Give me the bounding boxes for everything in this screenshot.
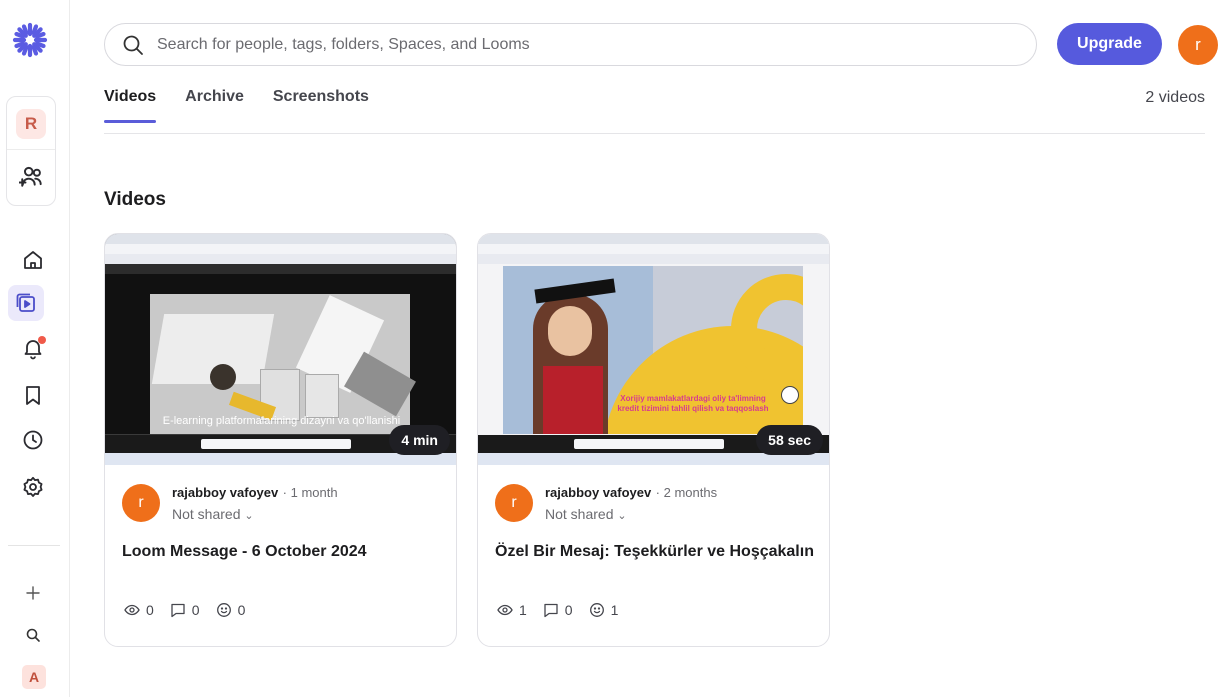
sidebar-divider	[8, 545, 60, 546]
tab-videos[interactable]: Videos	[104, 88, 157, 123]
comment-count: 0	[191, 602, 200, 618]
author-avatar: r	[122, 484, 160, 522]
sharing-label: Not shared	[545, 506, 614, 522]
bookmark-icon[interactable]	[18, 380, 48, 410]
tab-divider	[104, 133, 1205, 134]
thumbnail-banner	[201, 439, 351, 449]
video-stats: 1 0 1	[497, 602, 618, 618]
video-card[interactable]: E-learning platformalarining dizayni va …	[104, 233, 457, 647]
upgrade-button[interactable]: Upgrade	[1057, 23, 1162, 65]
workspace-divider	[7, 149, 55, 150]
workspace-switcher: R	[6, 96, 56, 206]
time-ago: · 1 month	[282, 485, 338, 500]
time-ago: · 2 months	[655, 485, 718, 500]
video-meta: r rajabboy vafoyev · 1 month Not shared …	[122, 484, 338, 522]
author-name[interactable]: rajabboy vafoyev	[172, 485, 278, 500]
video-title[interactable]: Loom Message - 6 October 2024	[122, 538, 442, 566]
tab-bar: Videos Archive Screenshots	[104, 88, 369, 123]
author-avatar: r	[495, 484, 533, 522]
home-icon[interactable]	[18, 245, 48, 275]
comment-icon	[544, 603, 558, 618]
search-icon[interactable]	[22, 624, 44, 646]
thumbnail-browser-chrome	[478, 234, 829, 264]
author-name[interactable]: rajabboy vafoyev	[545, 485, 651, 500]
video-thumbnail[interactable]: E-learning platformalarining dizayni va …	[105, 234, 456, 465]
video-card[interactable]: Xorijiy mamlakatlardagi oliy ta'limning …	[477, 233, 830, 647]
account-avatar[interactable]: A	[22, 665, 46, 689]
comment-icon	[171, 603, 185, 618]
duration-badge: 4 min	[389, 425, 450, 455]
search-icon	[123, 35, 143, 55]
plus-icon[interactable]	[22, 582, 44, 604]
sharing-label: Not shared	[172, 506, 241, 522]
notification-dot	[38, 336, 46, 344]
sharing-dropdown[interactable]: Not shared ⌄	[545, 506, 717, 522]
duration-badge: 58 sec	[756, 425, 823, 455]
tab-archive[interactable]: Archive	[185, 88, 244, 122]
thumbnail-banner	[574, 439, 724, 449]
video-title[interactable]: Özel Bir Mesaj: Teşekkürler ve Hoşçakalı…	[495, 538, 815, 566]
chevron-down-icon: ⌄	[617, 510, 627, 522]
reaction-count: 1	[610, 602, 619, 618]
smiley-icon	[589, 603, 604, 617]
comment-count: 0	[564, 602, 573, 618]
sharing-dropdown[interactable]: Not shared ⌄	[172, 506, 338, 522]
user-avatar[interactable]: r	[1178, 25, 1218, 65]
chevron-down-icon: ⌄	[244, 510, 254, 522]
reaction-count: 0	[237, 602, 246, 618]
sidebar: R A	[0, 0, 70, 697]
eye-icon	[124, 604, 140, 616]
clock-icon[interactable]	[18, 425, 48, 455]
bell-icon[interactable]	[18, 333, 48, 363]
thumbnail-caption: Xorijiy mamlakatlardagi oliy ta'limning …	[617, 394, 769, 413]
tab-screenshots[interactable]: Screenshots	[273, 88, 369, 122]
video-thumbnail[interactable]: Xorijiy mamlakatlardagi oliy ta'limning …	[478, 234, 829, 465]
view-count: 0	[146, 602, 154, 618]
search-bar[interactable]	[104, 23, 1037, 66]
graduation-slide: Xorijiy mamlakatlardagi oliy ta'limning …	[503, 266, 803, 434]
view-count: 1	[519, 602, 527, 618]
people-add-icon[interactable]	[19, 163, 45, 189]
video-count: 2 videos	[1145, 89, 1205, 106]
video-stats: 0 0 0	[124, 602, 245, 618]
gear-icon[interactable]	[18, 472, 48, 502]
workspace-avatar[interactable]: R	[16, 109, 46, 139]
search-input[interactable]	[157, 35, 997, 54]
thumbnail-browser-chrome	[105, 234, 456, 264]
eye-icon	[497, 604, 513, 616]
loom-logo-icon[interactable]	[12, 22, 48, 58]
section-title: Videos	[104, 189, 166, 210]
library-icon[interactable]	[8, 285, 44, 321]
video-meta: r rajabboy vafoyev · 2 months Not shared…	[495, 484, 717, 522]
smiley-icon	[216, 603, 231, 617]
